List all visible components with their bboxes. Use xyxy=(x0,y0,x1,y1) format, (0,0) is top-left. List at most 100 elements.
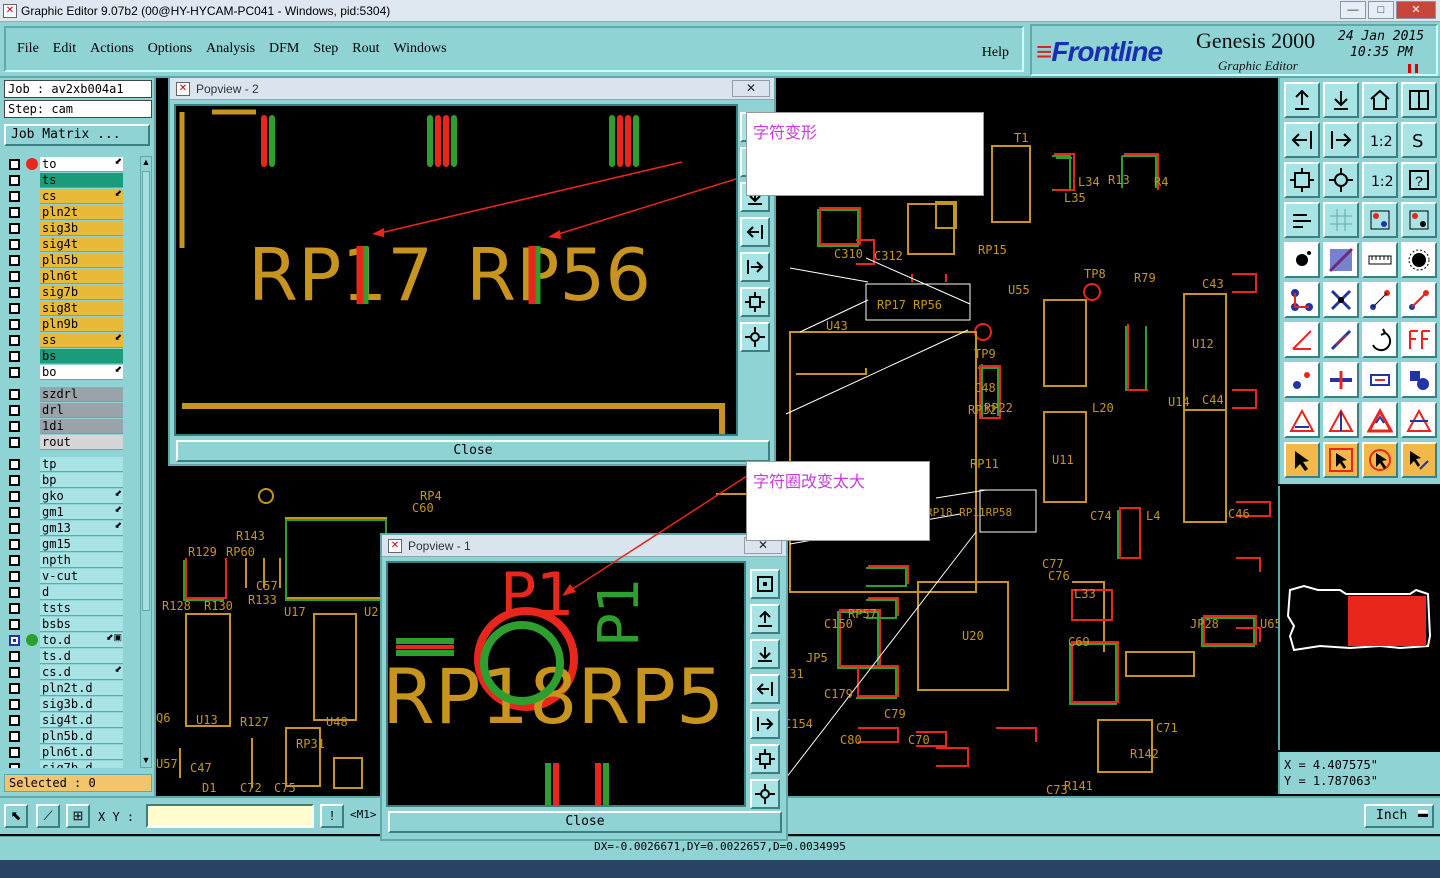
popview-center-button[interactable] xyxy=(740,322,770,352)
layer-row[interactable]: ss ⬋ xyxy=(4,332,140,348)
layer-name[interactable]: pln2t.d xyxy=(40,681,123,696)
layer-checkbox[interactable] xyxy=(9,223,20,234)
fill-tool-button[interactable] xyxy=(1323,242,1359,278)
home-tool-button[interactable] xyxy=(1362,82,1398,118)
popview-1-close-button[interactable]: Close xyxy=(388,811,782,833)
menu-dfm[interactable]: DFM xyxy=(268,39,300,59)
layer-name[interactable]: sig4t.d xyxy=(40,713,123,728)
flip-tool-button[interactable] xyxy=(1401,322,1437,358)
layer-row[interactable]: pln6t xyxy=(4,268,140,284)
layer-name[interactable]: pln9b xyxy=(40,317,123,332)
layer-name[interactable]: ss xyxy=(40,333,123,348)
layer-checkbox[interactable] xyxy=(9,303,20,314)
layer-name[interactable]: cs xyxy=(40,189,123,204)
layer-row[interactable]: pln2t xyxy=(4,204,140,220)
layer-checkbox[interactable] xyxy=(9,319,20,330)
layer-row[interactable]: sig7b xyxy=(4,284,140,300)
units-select[interactable]: Inch xyxy=(1364,804,1434,828)
layer-checkbox[interactable] xyxy=(9,255,20,266)
select-feature-tool-button[interactable] xyxy=(1284,242,1320,278)
pointer-line-tool-button[interactable] xyxy=(1401,442,1437,478)
layer-name[interactable]: sig4t xyxy=(40,237,123,252)
layer-row[interactable]: pln9b xyxy=(4,316,140,332)
layer-checkbox[interactable] xyxy=(9,191,20,202)
layer-name[interactable]: pln2t xyxy=(40,205,123,220)
layer-checkbox[interactable] xyxy=(9,731,20,742)
zoom-fit-tool-button[interactable] xyxy=(1284,162,1320,198)
layer-checkbox[interactable] xyxy=(9,437,20,448)
layer-up-tool-button[interactable] xyxy=(1284,82,1320,118)
layer-row[interactable]: gko ⬋ xyxy=(4,488,140,504)
layer-checkbox[interactable] xyxy=(9,747,20,758)
board-minimap[interactable] xyxy=(1278,486,1440,750)
layer-row[interactable]: bp xyxy=(4,472,140,488)
connect-tool-button[interactable] xyxy=(1362,282,1398,318)
layer-name[interactable]: bs xyxy=(40,349,123,364)
layer-row[interactable]: sig8t xyxy=(4,300,140,316)
layer-row[interactable]: sig4t xyxy=(4,236,140,252)
layer-checkbox[interactable] xyxy=(9,619,20,630)
popview-right-button[interactable] xyxy=(750,709,780,739)
layer-name[interactable]: gko xyxy=(40,489,123,504)
pause-icon[interactable] xyxy=(1408,64,1418,73)
close-window-button[interactable]: ✕ xyxy=(1396,1,1436,19)
layer-row[interactable]: tsts xyxy=(4,600,140,616)
popview-zoom-button[interactable] xyxy=(750,744,780,774)
popview-2-window[interactable]: ✕ Popview - 2 ✕ RP17 RP56 Close xyxy=(168,76,776,466)
layer-row[interactable]: gm13 ⬋ xyxy=(4,520,140,536)
layer-name[interactable]: sig7b xyxy=(40,285,123,300)
pointer-circle-tool-button[interactable] xyxy=(1362,442,1398,478)
snap-tool-button[interactable]: S xyxy=(1401,122,1437,158)
layer-checkbox[interactable] xyxy=(9,603,20,614)
menu-rout[interactable]: Rout xyxy=(351,39,380,59)
layer-name[interactable]: d xyxy=(40,585,123,600)
layer-name[interactable]: pln5b xyxy=(40,253,123,268)
layer-row[interactable]: gm1 ⬋ xyxy=(4,504,140,520)
layer-checkbox[interactable] xyxy=(9,651,20,662)
layer-row[interactable]: pln2t.d xyxy=(4,680,140,696)
layer-checkbox[interactable] xyxy=(9,335,20,346)
job-matrix-button[interactable]: Job Matrix ... xyxy=(4,124,150,146)
layer-row[interactable]: ts xyxy=(4,172,140,188)
layer-name[interactable]: tsts xyxy=(40,601,123,616)
popview-down-button[interactable] xyxy=(750,639,780,669)
display-mono-tool-button[interactable] xyxy=(1401,202,1437,238)
menu-options[interactable]: Options xyxy=(147,39,193,59)
display-color-tool-button[interactable] xyxy=(1362,202,1398,238)
layer-checkbox[interactable] xyxy=(9,405,20,416)
layer-checkbox[interactable] xyxy=(9,421,20,432)
pan-right-tool-button[interactable] xyxy=(1323,122,1359,158)
cross-section-tool-button[interactable] xyxy=(1323,362,1359,398)
layer-name[interactable]: sig3b.d xyxy=(40,697,123,712)
popview-2-close-button[interactable]: Close xyxy=(176,440,770,462)
layer-name[interactable]: bo xyxy=(40,365,123,380)
layer-row[interactable]: tp xyxy=(4,456,140,472)
layer-checkbox[interactable] xyxy=(9,571,20,582)
layer-name[interactable]: to xyxy=(40,157,123,172)
layer-name[interactable]: bsbs xyxy=(40,617,123,632)
layer-checkbox[interactable] xyxy=(9,715,20,726)
layer-name[interactable]: ts.d xyxy=(40,649,123,664)
layer-checkbox[interactable] xyxy=(9,271,20,282)
box-select-tool-button[interactable] xyxy=(1362,362,1398,398)
layer-row[interactable]: sig3b xyxy=(4,220,140,236)
popview-2-canvas[interactable]: RP17 RP56 xyxy=(174,104,753,436)
layer-row[interactable]: gm15 xyxy=(4,536,140,552)
layer-scrollbar[interactable]: ▲ ▼ xyxy=(140,156,152,768)
menu-actions[interactable]: Actions xyxy=(89,39,135,59)
grid-mode-icon[interactable]: ⊞ xyxy=(66,804,90,828)
layer-row[interactable]: pln5b.d xyxy=(4,728,140,744)
layer-checkbox[interactable] xyxy=(9,667,20,678)
line-edit-2-tool-button[interactable] xyxy=(1323,322,1359,358)
layer-name[interactable]: 1di xyxy=(40,419,123,434)
layer-name[interactable]: tp xyxy=(40,457,123,472)
layer-checkbox[interactable] xyxy=(9,491,20,502)
drc-tool-button[interactable] xyxy=(1284,402,1320,438)
popview-left-button[interactable] xyxy=(740,217,770,247)
layer-name[interactable]: ts xyxy=(40,173,123,188)
layer-checkbox[interactable] xyxy=(9,239,20,250)
measure-mode-icon[interactable]: ⟋ xyxy=(36,804,60,828)
layer-row[interactable]: ts.d xyxy=(4,648,140,664)
query-tool-button[interactable]: ? xyxy=(1401,162,1437,198)
route-tool-button[interactable] xyxy=(1401,282,1437,318)
